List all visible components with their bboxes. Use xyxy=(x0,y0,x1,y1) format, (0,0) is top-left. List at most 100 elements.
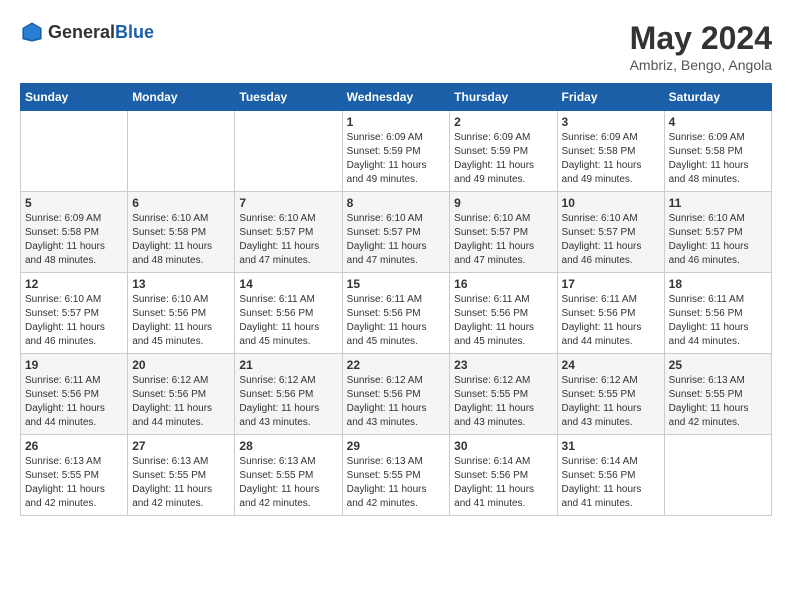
day-number: 10 xyxy=(562,196,660,210)
day-info: Sunrise: 6:14 AM Sunset: 5:56 PM Dayligh… xyxy=(562,455,660,511)
day-number: 11 xyxy=(669,196,767,210)
day-info: Sunrise: 6:13 AM Sunset: 5:55 PM Dayligh… xyxy=(669,374,767,430)
logo-text-blue: Blue xyxy=(115,22,154,42)
day-info: Sunrise: 6:11 AM Sunset: 5:56 PM Dayligh… xyxy=(25,374,123,430)
day-number: 13 xyxy=(132,277,230,291)
day-info: Sunrise: 6:09 AM Sunset: 5:58 PM Dayligh… xyxy=(669,131,767,187)
calendar-cell: 19Sunrise: 6:11 AM Sunset: 5:56 PM Dayli… xyxy=(21,354,128,435)
day-info: Sunrise: 6:12 AM Sunset: 5:56 PM Dayligh… xyxy=(132,374,230,430)
calendar-cell: 7 Sunrise: 6:10 AM Sunset: 5:57 PM Daylig… xyxy=(235,192,342,273)
month-title: May 2024 xyxy=(630,20,772,57)
calendar-cell: 22 Sunrise: 6:12 AM Sunset: 5:56 PM Dayli… xyxy=(342,354,450,435)
day-info: Sunrise: 6:09 AM Sunset: 5:59 PM Dayligh… xyxy=(454,131,552,187)
day-info: Sunrise: 6:10 AM Sunset: 5:57 PM Dayligh… xyxy=(25,293,123,349)
day-number: 24 xyxy=(562,358,660,372)
day-number: 22 xyxy=(347,358,446,372)
day-info: Sunrise: 6:12 AM Sunset: 5:55 PM Dayligh… xyxy=(454,374,552,430)
calendar-cell: 16 Sunrise: 6:11 AM Sunset: 5:56 PM Dayli… xyxy=(450,273,557,354)
day-number: 1 xyxy=(347,115,446,129)
day-info: Sunrise: 6:13 AM Sunset: 5:55 PM Dayligh… xyxy=(347,455,446,511)
day-info: Sunrise: 6:12 AM Sunset: 5:55 PM Dayligh… xyxy=(562,374,660,430)
day-info: Sunrise: 6:11 AM Sunset: 5:56 PM Dayligh… xyxy=(562,293,660,349)
day-number: 7 xyxy=(239,196,337,210)
day-number: 31 xyxy=(562,439,660,453)
day-number: 2 xyxy=(454,115,552,129)
day-info: Sunrise: 6:11 AM Sunset: 5:56 PM Dayligh… xyxy=(454,293,552,349)
day-info: Sunrise: 6:10 AM Sunset: 5:57 PM Dayligh… xyxy=(669,212,767,268)
day-number: 12 xyxy=(25,277,123,291)
day-number: 3 xyxy=(562,115,660,129)
calendar-cell xyxy=(128,111,235,192)
col-friday: Friday xyxy=(557,84,664,111)
day-info: Sunrise: 6:12 AM Sunset: 5:56 PM Dayligh… xyxy=(347,374,446,430)
calendar-cell: 27Sunrise: 6:13 AM Sunset: 5:55 PM Dayli… xyxy=(128,435,235,516)
day-info: Sunrise: 6:14 AM Sunset: 5:56 PM Dayligh… xyxy=(454,455,552,511)
day-number: 29 xyxy=(347,439,446,453)
calendar-week-row: 5 Sunrise: 6:09 AM Sunset: 5:58 PM Daylig… xyxy=(21,192,772,273)
day-number: 16 xyxy=(454,277,552,291)
calendar-cell: 10 Sunrise: 6:10 AM Sunset: 5:57 PM Dayli… xyxy=(557,192,664,273)
day-info: Sunrise: 6:09 AM Sunset: 5:58 PM Dayligh… xyxy=(562,131,660,187)
calendar-cell: 24 Sunrise: 6:12 AM Sunset: 5:55 PM Dayli… xyxy=(557,354,664,435)
calendar: Sunday Monday Tuesday Wednesday Thursday… xyxy=(20,83,772,516)
day-number: 28 xyxy=(239,439,337,453)
day-info: Sunrise: 6:11 AM Sunset: 5:56 PM Dayligh… xyxy=(669,293,767,349)
calendar-cell: 2 Sunrise: 6:09 AM Sunset: 5:59 PM Daylig… xyxy=(450,111,557,192)
calendar-cell: 17Sunrise: 6:11 AM Sunset: 5:56 PM Dayli… xyxy=(557,273,664,354)
day-number: 6 xyxy=(132,196,230,210)
day-info: Sunrise: 6:11 AM Sunset: 5:56 PM Dayligh… xyxy=(347,293,446,349)
day-info: Sunrise: 6:10 AM Sunset: 5:56 PM Dayligh… xyxy=(132,293,230,349)
day-number: 23 xyxy=(454,358,552,372)
day-info: Sunrise: 6:10 AM Sunset: 5:58 PM Dayligh… xyxy=(132,212,230,268)
calendar-cell: 25 Sunrise: 6:13 AM Sunset: 5:55 PM Dayli… xyxy=(664,354,771,435)
day-number: 20 xyxy=(132,358,230,372)
calendar-cell: 9 Sunrise: 6:10 AM Sunset: 5:57 PM Daylig… xyxy=(450,192,557,273)
calendar-cell xyxy=(664,435,771,516)
calendar-cell: 15 Sunrise: 6:11 AM Sunset: 5:56 PM Dayli… xyxy=(342,273,450,354)
day-number: 5 xyxy=(25,196,123,210)
day-info: Sunrise: 6:10 AM Sunset: 5:57 PM Dayligh… xyxy=(347,212,446,268)
day-number: 21 xyxy=(239,358,337,372)
day-info: Sunrise: 6:09 AM Sunset: 5:58 PM Dayligh… xyxy=(25,212,123,268)
calendar-cell: 23 Sunrise: 6:12 AM Sunset: 5:55 PM Dayli… xyxy=(450,354,557,435)
location-title: Ambriz, Bengo, Angola xyxy=(630,57,772,73)
logo: GeneralBlue xyxy=(20,20,154,44)
day-number: 18 xyxy=(669,277,767,291)
calendar-cell: 11 Sunrise: 6:10 AM Sunset: 5:57 PM Dayli… xyxy=(664,192,771,273)
col-sunday: Sunday xyxy=(21,84,128,111)
day-info: Sunrise: 6:13 AM Sunset: 5:55 PM Dayligh… xyxy=(239,455,337,511)
calendar-cell: 26 Sunrise: 6:13 AM Sunset: 5:55 PM Dayli… xyxy=(21,435,128,516)
calendar-week-row: 26 Sunrise: 6:13 AM Sunset: 5:55 PM Dayli… xyxy=(21,435,772,516)
calendar-cell: 5 Sunrise: 6:09 AM Sunset: 5:58 PM Daylig… xyxy=(21,192,128,273)
calendar-week-row: 19Sunrise: 6:11 AM Sunset: 5:56 PM Dayli… xyxy=(21,354,772,435)
calendar-cell: 3 Sunrise: 6:09 AM Sunset: 5:58 PM Daylig… xyxy=(557,111,664,192)
calendar-week-row: 1 Sunrise: 6:09 AM Sunset: 5:59 PM Daylig… xyxy=(21,111,772,192)
day-number: 25 xyxy=(669,358,767,372)
col-thursday: Thursday xyxy=(450,84,557,111)
calendar-cell: 21 Sunrise: 6:12 AM Sunset: 5:56 PM Dayli… xyxy=(235,354,342,435)
calendar-week-row: 12 Sunrise: 6:10 AM Sunset: 5:57 PM Dayli… xyxy=(21,273,772,354)
day-info: Sunrise: 6:10 AM Sunset: 5:57 PM Dayligh… xyxy=(239,212,337,268)
day-info: Sunrise: 6:12 AM Sunset: 5:56 PM Dayligh… xyxy=(239,374,337,430)
calendar-cell: 4 Sunrise: 6:09 AM Sunset: 5:58 PM Daylig… xyxy=(664,111,771,192)
col-monday: Monday xyxy=(128,84,235,111)
day-number: 15 xyxy=(347,277,446,291)
calendar-cell: 6 Sunrise: 6:10 AM Sunset: 5:58 PM Daylig… xyxy=(128,192,235,273)
day-number: 26 xyxy=(25,439,123,453)
logo-icon xyxy=(20,20,44,44)
calendar-cell: 28 Sunrise: 6:13 AM Sunset: 5:55 PM Dayli… xyxy=(235,435,342,516)
calendar-cell: 12 Sunrise: 6:10 AM Sunset: 5:57 PM Dayli… xyxy=(21,273,128,354)
day-info: Sunrise: 6:13 AM Sunset: 5:55 PM Dayligh… xyxy=(25,455,123,511)
page-header: GeneralBlue May 2024 Ambriz, Bengo, Ango… xyxy=(20,20,772,73)
calendar-cell: 14Sunrise: 6:11 AM Sunset: 5:56 PM Dayli… xyxy=(235,273,342,354)
calendar-header-row: Sunday Monday Tuesday Wednesday Thursday… xyxy=(21,84,772,111)
day-info: Sunrise: 6:10 AM Sunset: 5:57 PM Dayligh… xyxy=(562,212,660,268)
day-number: 9 xyxy=(454,196,552,210)
calendar-cell: 30Sunrise: 6:14 AM Sunset: 5:56 PM Dayli… xyxy=(450,435,557,516)
day-number: 4 xyxy=(669,115,767,129)
calendar-cell: 13 Sunrise: 6:10 AM Sunset: 5:56 PM Dayli… xyxy=(128,273,235,354)
day-info: Sunrise: 6:10 AM Sunset: 5:57 PM Dayligh… xyxy=(454,212,552,268)
col-wednesday: Wednesday xyxy=(342,84,450,111)
calendar-cell: 31 Sunrise: 6:14 AM Sunset: 5:56 PM Dayli… xyxy=(557,435,664,516)
col-tuesday: Tuesday xyxy=(235,84,342,111)
